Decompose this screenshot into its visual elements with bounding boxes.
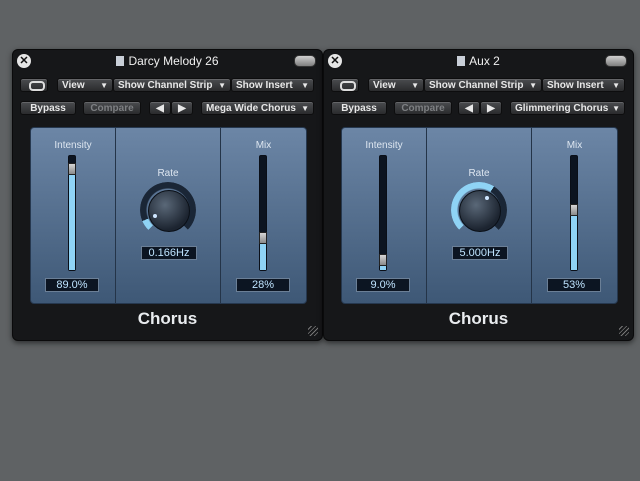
show-insert-menu[interactable]: Show Insert ▼ [231,78,314,92]
show-insert-menu[interactable]: Show Insert ▼ [542,78,625,92]
title-bar[interactable]: ✕ Aux 2 [324,50,633,72]
right-arrow-icon: ▶ [178,103,186,114]
rate-readout[interactable]: 0.166Hz [141,246,197,260]
next-preset-button[interactable]: ▶ [171,101,193,115]
dropdown-arrow-icon: ▼ [529,81,537,90]
rate-label: Rate [157,168,179,179]
bypass-button[interactable]: Bypass [331,101,387,115]
intensity-label: Intensity [365,140,403,151]
mix-label: Mix [255,140,272,151]
intensity-section: Intensity 9.0% [342,128,427,303]
link-button[interactable] [20,78,48,92]
dropdown-arrow-icon: ▼ [612,104,620,113]
toolbar-toggle-button[interactable] [294,55,316,67]
preset-menu[interactable]: Glimmering Chorus ▼ [510,101,625,115]
intensity-slider-thumb[interactable] [68,163,76,175]
document-icon [457,56,466,66]
window-title: Darcy Melody 26 [128,54,219,68]
rate-section: Rate 0.166Hz [116,128,221,303]
intensity-slider[interactable] [379,155,387,271]
intensity-slider[interactable] [68,155,76,271]
chorus-panel: Intensity 9.0% Rate 5.000Hz Mix 53% [341,127,618,304]
mix-slider[interactable] [259,155,267,271]
left-arrow-icon: ◀ [156,103,164,114]
previous-preset-button[interactable]: ◀ [149,101,171,115]
dropdown-arrow-icon: ▼ [218,81,226,90]
intensity-slider-thumb[interactable] [379,254,387,266]
mix-readout[interactable]: 28% [236,278,290,292]
rate-section: Rate 5.000Hz [427,128,532,303]
mix-slider-thumb[interactable] [259,232,267,244]
compare-button[interactable]: Compare [394,101,452,115]
mix-slider-thumb[interactable] [570,204,578,216]
view-menu[interactable]: View ▼ [57,78,113,92]
document-icon [116,56,125,66]
chorus-panel: Intensity 89.0% Rate 0.166Hz Mix 28% [30,127,307,304]
left-arrow-icon: ◀ [465,103,473,114]
mix-label: Mix [566,140,583,151]
plugin-name: Chorus [448,309,509,328]
plugin-window-left: ✕ Darcy Melody 26 View ▼ Show Channel Str… [12,49,323,341]
intensity-label: Intensity [54,140,92,151]
link-button[interactable] [331,78,359,92]
link-icon [340,81,356,91]
compare-button[interactable]: Compare [83,101,141,115]
window-title: Aux 2 [469,54,500,68]
dropdown-arrow-icon: ▼ [100,81,108,90]
intensity-section: Intensity 89.0% [31,128,116,303]
toolbar-toggle-button[interactable] [605,55,627,67]
resize-handle[interactable] [308,326,318,336]
intensity-readout[interactable]: 89.0% [45,278,99,292]
dropdown-arrow-icon: ▼ [612,81,620,90]
show-channel-strip-menu[interactable]: Show Channel Strip ▼ [113,78,231,92]
view-menu[interactable]: View ▼ [368,78,424,92]
show-channel-strip-menu[interactable]: Show Channel Strip ▼ [424,78,542,92]
resize-handle[interactable] [619,326,629,336]
bypass-button[interactable]: Bypass [20,101,76,115]
mix-section: Mix 53% [532,128,617,303]
rate-readout[interactable]: 5.000Hz [452,246,508,260]
preset-menu[interactable]: Mega Wide Chorus ▼ [201,101,314,115]
rate-label: Rate [468,168,490,179]
dropdown-arrow-icon: ▼ [301,81,309,90]
dropdown-arrow-icon: ▼ [301,104,309,113]
previous-preset-button[interactable]: ◀ [458,101,480,115]
title-bar[interactable]: ✕ Darcy Melody 26 [13,50,322,72]
plugin-name: Chorus [137,309,198,328]
next-preset-button[interactable]: ▶ [480,101,502,115]
rate-knob[interactable] [140,182,196,238]
mix-readout[interactable]: 53% [547,278,601,292]
rate-knob[interactable] [451,182,507,238]
dropdown-arrow-icon: ▼ [411,81,419,90]
mix-slider[interactable] [570,155,578,271]
intensity-readout[interactable]: 9.0% [356,278,410,292]
right-arrow-icon: ▶ [487,103,495,114]
mix-section: Mix 28% [221,128,306,303]
plugin-window-right: ✕ Aux 2 View ▼ Show Channel Strip ▼ Show I… [323,49,634,341]
link-icon [29,81,45,91]
